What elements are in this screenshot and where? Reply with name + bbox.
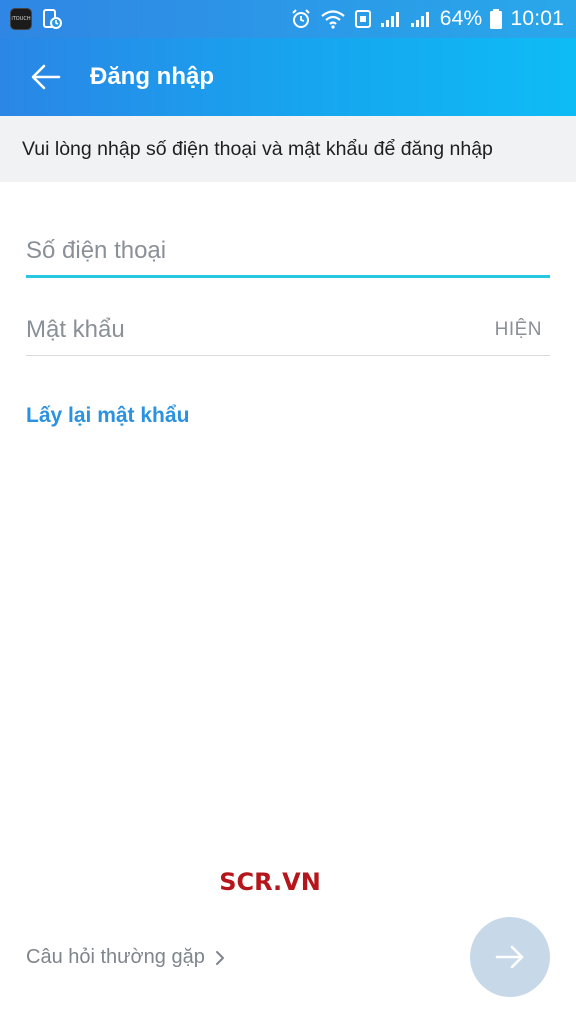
sim-icon <box>354 9 372 29</box>
next-button[interactable] <box>470 917 550 997</box>
signal-icon <box>380 10 402 28</box>
screenshot-notification-icon <box>42 8 62 30</box>
phone-input[interactable] <box>26 236 550 265</box>
password-input[interactable] <box>26 315 495 344</box>
status-bar-left: iTOUCH <box>10 8 62 30</box>
clock: 10:01 <box>510 7 564 30</box>
instruction-banner: Vui lòng nhập số điện thoại và mật khẩu … <box>0 116 576 182</box>
signal-icon-2 <box>410 10 432 28</box>
back-button[interactable] <box>28 59 64 95</box>
phone-field <box>26 226 550 278</box>
watermark: SCR.VN <box>219 868 321 896</box>
back-arrow-icon <box>31 64 61 90</box>
wifi-icon <box>320 9 346 29</box>
app-bar: Đăng nhập <box>0 38 576 116</box>
forgot-password-link[interactable]: Lấy lại mật khẩu <box>26 404 189 428</box>
alarm-icon <box>290 8 312 30</box>
page-title: Đăng nhập <box>90 63 214 90</box>
app-notification-icon: iTOUCH <box>10 8 32 30</box>
faq-label: Câu hỏi thường gặp <box>26 946 205 968</box>
app-notification-label: iTOUCH <box>11 16 31 22</box>
instruction-text: Vui lòng nhập số điện thoại và mật khẩu … <box>22 137 493 160</box>
chevron-right-icon <box>215 950 224 965</box>
battery-percent: 64% <box>439 7 483 30</box>
password-field: HIỆN <box>26 304 550 356</box>
status-bar: iTOUCH 64% 10:01 <box>0 0 576 38</box>
faq-link[interactable]: Câu hỏi thường gặp <box>26 946 225 969</box>
battery-icon <box>490 9 503 29</box>
arrow-right-icon <box>495 945 524 969</box>
status-bar-right: 64% 10:01 <box>290 7 564 31</box>
show-password-toggle[interactable]: HIỆN <box>495 319 550 341</box>
